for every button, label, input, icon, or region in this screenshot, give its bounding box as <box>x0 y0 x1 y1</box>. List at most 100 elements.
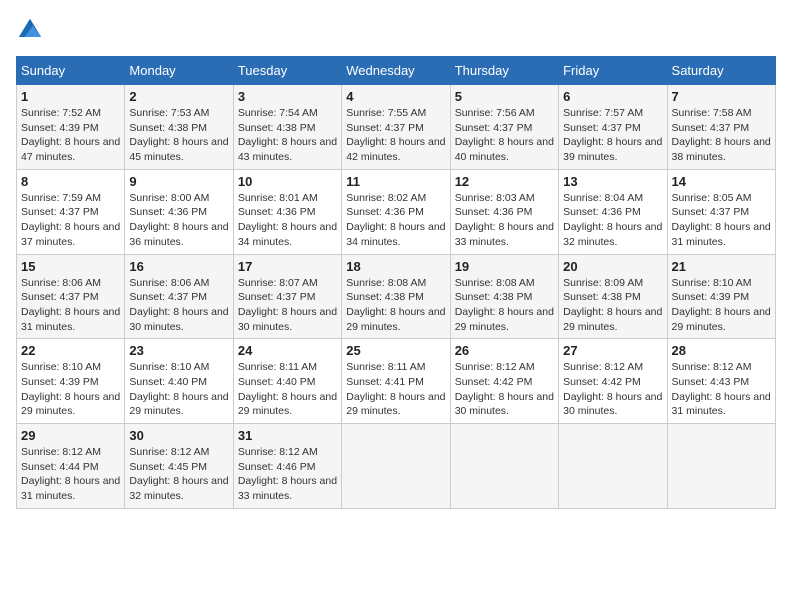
calendar-day-cell: 22 Sunrise: 8:10 AM Sunset: 4:39 PM Dayl… <box>17 339 125 424</box>
day-info: Sunrise: 8:03 AM Sunset: 4:36 PM Dayligh… <box>455 191 554 250</box>
day-header: Saturday <box>667 57 775 85</box>
day-number: 27 <box>563 343 662 358</box>
calendar-day-cell: 30 Sunrise: 8:12 AM Sunset: 4:45 PM Dayl… <box>125 424 233 509</box>
day-number: 21 <box>672 259 771 274</box>
calendar-day-cell: 14 Sunrise: 8:05 AM Sunset: 4:37 PM Dayl… <box>667 169 775 254</box>
day-number: 2 <box>129 89 228 104</box>
calendar-day-cell: 15 Sunrise: 8:06 AM Sunset: 4:37 PM Dayl… <box>17 254 125 339</box>
day-info: Sunrise: 8:05 AM Sunset: 4:37 PM Dayligh… <box>672 191 771 250</box>
calendar-day-cell: 23 Sunrise: 8:10 AM Sunset: 4:40 PM Dayl… <box>125 339 233 424</box>
day-info: Sunrise: 7:59 AM Sunset: 4:37 PM Dayligh… <box>21 191 120 250</box>
day-info: Sunrise: 8:01 AM Sunset: 4:36 PM Dayligh… <box>238 191 337 250</box>
day-info: Sunrise: 8:08 AM Sunset: 4:38 PM Dayligh… <box>455 276 554 335</box>
day-number: 6 <box>563 89 662 104</box>
day-info: Sunrise: 8:07 AM Sunset: 4:37 PM Dayligh… <box>238 276 337 335</box>
day-info: Sunrise: 8:06 AM Sunset: 4:37 PM Dayligh… <box>129 276 228 335</box>
day-info: Sunrise: 7:52 AM Sunset: 4:39 PM Dayligh… <box>21 106 120 165</box>
calendar-day-cell: 1 Sunrise: 7:52 AM Sunset: 4:39 PM Dayli… <box>17 85 125 170</box>
day-info: Sunrise: 8:12 AM Sunset: 4:42 PM Dayligh… <box>563 360 662 419</box>
day-info: Sunrise: 8:09 AM Sunset: 4:38 PM Dayligh… <box>563 276 662 335</box>
calendar-day-cell: 17 Sunrise: 8:07 AM Sunset: 4:37 PM Dayl… <box>233 254 341 339</box>
calendar-week-row: 29 Sunrise: 8:12 AM Sunset: 4:44 PM Dayl… <box>17 424 776 509</box>
day-header: Friday <box>559 57 667 85</box>
day-number: 4 <box>346 89 445 104</box>
day-info: Sunrise: 7:58 AM Sunset: 4:37 PM Dayligh… <box>672 106 771 165</box>
day-header: Wednesday <box>342 57 450 85</box>
calendar-header-row: SundayMondayTuesdayWednesdayThursdayFrid… <box>17 57 776 85</box>
logo-icon <box>16 16 44 44</box>
calendar-day-cell: 16 Sunrise: 8:06 AM Sunset: 4:37 PM Dayl… <box>125 254 233 339</box>
day-number: 28 <box>672 343 771 358</box>
day-number: 17 <box>238 259 337 274</box>
day-number: 18 <box>346 259 445 274</box>
day-number: 16 <box>129 259 228 274</box>
day-info: Sunrise: 8:10 AM Sunset: 4:39 PM Dayligh… <box>21 360 120 419</box>
day-number: 29 <box>21 428 120 443</box>
day-info: Sunrise: 8:04 AM Sunset: 4:36 PM Dayligh… <box>563 191 662 250</box>
day-number: 25 <box>346 343 445 358</box>
calendar-day-cell: 26 Sunrise: 8:12 AM Sunset: 4:42 PM Dayl… <box>450 339 558 424</box>
day-number: 22 <box>21 343 120 358</box>
day-info: Sunrise: 7:54 AM Sunset: 4:38 PM Dayligh… <box>238 106 337 165</box>
day-info: Sunrise: 8:12 AM Sunset: 4:43 PM Dayligh… <box>672 360 771 419</box>
calendar-day-cell: 29 Sunrise: 8:12 AM Sunset: 4:44 PM Dayl… <box>17 424 125 509</box>
day-header: Sunday <box>17 57 125 85</box>
calendar-day-cell <box>450 424 558 509</box>
calendar-day-cell: 10 Sunrise: 8:01 AM Sunset: 4:36 PM Dayl… <box>233 169 341 254</box>
day-header: Thursday <box>450 57 558 85</box>
day-info: Sunrise: 8:11 AM Sunset: 4:40 PM Dayligh… <box>238 360 337 419</box>
calendar-week-row: 8 Sunrise: 7:59 AM Sunset: 4:37 PM Dayli… <box>17 169 776 254</box>
day-info: Sunrise: 8:12 AM Sunset: 4:45 PM Dayligh… <box>129 445 228 504</box>
day-number: 13 <box>563 174 662 189</box>
calendar-week-row: 1 Sunrise: 7:52 AM Sunset: 4:39 PM Dayli… <box>17 85 776 170</box>
day-number: 30 <box>129 428 228 443</box>
day-number: 24 <box>238 343 337 358</box>
day-number: 11 <box>346 174 445 189</box>
day-number: 20 <box>563 259 662 274</box>
day-number: 26 <box>455 343 554 358</box>
calendar-day-cell: 20 Sunrise: 8:09 AM Sunset: 4:38 PM Dayl… <box>559 254 667 339</box>
calendar-day-cell: 7 Sunrise: 7:58 AM Sunset: 4:37 PM Dayli… <box>667 85 775 170</box>
calendar-day-cell: 11 Sunrise: 8:02 AM Sunset: 4:36 PM Dayl… <box>342 169 450 254</box>
day-info: Sunrise: 8:12 AM Sunset: 4:44 PM Dayligh… <box>21 445 120 504</box>
calendar-day-cell: 25 Sunrise: 8:11 AM Sunset: 4:41 PM Dayl… <box>342 339 450 424</box>
day-number: 19 <box>455 259 554 274</box>
calendar-day-cell: 4 Sunrise: 7:55 AM Sunset: 4:37 PM Dayli… <box>342 85 450 170</box>
calendar-day-cell <box>342 424 450 509</box>
day-info: Sunrise: 7:55 AM Sunset: 4:37 PM Dayligh… <box>346 106 445 165</box>
calendar-day-cell: 6 Sunrise: 7:57 AM Sunset: 4:37 PM Dayli… <box>559 85 667 170</box>
calendar-day-cell: 9 Sunrise: 8:00 AM Sunset: 4:36 PM Dayli… <box>125 169 233 254</box>
calendar-day-cell <box>667 424 775 509</box>
page-header <box>16 16 776 44</box>
day-number: 9 <box>129 174 228 189</box>
calendar-day-cell: 3 Sunrise: 7:54 AM Sunset: 4:38 PM Dayli… <box>233 85 341 170</box>
day-info: Sunrise: 8:00 AM Sunset: 4:36 PM Dayligh… <box>129 191 228 250</box>
day-info: Sunrise: 8:02 AM Sunset: 4:36 PM Dayligh… <box>346 191 445 250</box>
day-info: Sunrise: 7:57 AM Sunset: 4:37 PM Dayligh… <box>563 106 662 165</box>
day-number: 7 <box>672 89 771 104</box>
day-number: 23 <box>129 343 228 358</box>
calendar-day-cell: 18 Sunrise: 8:08 AM Sunset: 4:38 PM Dayl… <box>342 254 450 339</box>
calendar-day-cell: 28 Sunrise: 8:12 AM Sunset: 4:43 PM Dayl… <box>667 339 775 424</box>
day-number: 8 <box>21 174 120 189</box>
day-info: Sunrise: 8:12 AM Sunset: 4:42 PM Dayligh… <box>455 360 554 419</box>
day-number: 3 <box>238 89 337 104</box>
calendar-week-row: 22 Sunrise: 8:10 AM Sunset: 4:39 PM Dayl… <box>17 339 776 424</box>
calendar-week-row: 15 Sunrise: 8:06 AM Sunset: 4:37 PM Dayl… <box>17 254 776 339</box>
day-info: Sunrise: 7:53 AM Sunset: 4:38 PM Dayligh… <box>129 106 228 165</box>
day-info: Sunrise: 8:11 AM Sunset: 4:41 PM Dayligh… <box>346 360 445 419</box>
day-info: Sunrise: 8:12 AM Sunset: 4:46 PM Dayligh… <box>238 445 337 504</box>
day-number: 1 <box>21 89 120 104</box>
day-header: Tuesday <box>233 57 341 85</box>
calendar-day-cell <box>559 424 667 509</box>
logo <box>16 16 46 44</box>
day-info: Sunrise: 7:56 AM Sunset: 4:37 PM Dayligh… <box>455 106 554 165</box>
calendar-day-cell: 31 Sunrise: 8:12 AM Sunset: 4:46 PM Dayl… <box>233 424 341 509</box>
day-number: 31 <box>238 428 337 443</box>
calendar-day-cell: 8 Sunrise: 7:59 AM Sunset: 4:37 PM Dayli… <box>17 169 125 254</box>
calendar-day-cell: 19 Sunrise: 8:08 AM Sunset: 4:38 PM Dayl… <box>450 254 558 339</box>
calendar-day-cell: 12 Sunrise: 8:03 AM Sunset: 4:36 PM Dayl… <box>450 169 558 254</box>
calendar-table: SundayMondayTuesdayWednesdayThursdayFrid… <box>16 56 776 509</box>
calendar-day-cell: 27 Sunrise: 8:12 AM Sunset: 4:42 PM Dayl… <box>559 339 667 424</box>
day-header: Monday <box>125 57 233 85</box>
